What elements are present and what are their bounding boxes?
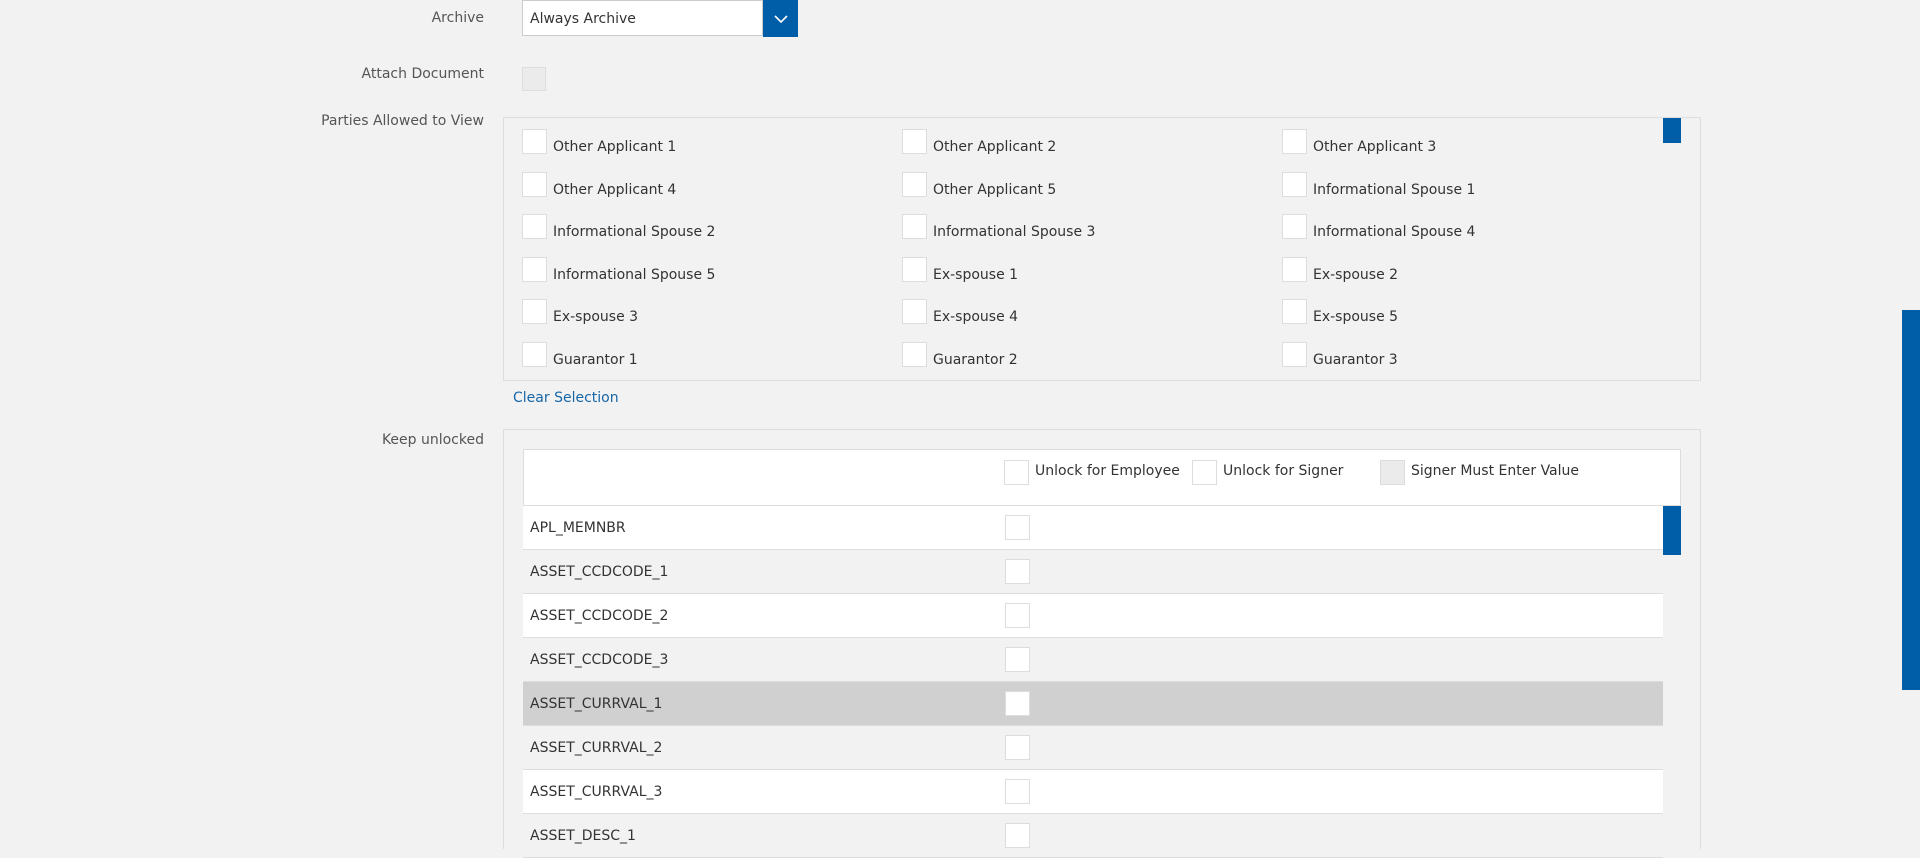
party-checkbox[interactable] bbox=[1282, 172, 1307, 197]
archive-dropdown-button[interactable] bbox=[763, 0, 798, 37]
party-label: Ex-spouse 3 bbox=[553, 309, 639, 325]
field-name: ASSET_CCDCODE_1 bbox=[530, 564, 669, 580]
table-row[interactable]: ASSET_CURRVAL_2 bbox=[523, 726, 1663, 770]
unlock-signer-label: Unlock for Signer bbox=[1223, 463, 1344, 479]
unlock-row-checkbox[interactable] bbox=[1005, 823, 1030, 848]
unlock-row-checkbox[interactable] bbox=[1005, 735, 1030, 760]
unlock-employee-label: Unlock for Employee bbox=[1035, 463, 1180, 479]
party-label: Informational Spouse 2 bbox=[553, 224, 716, 240]
parties-panel bbox=[503, 117, 1701, 381]
party-label: Informational Spouse 5 bbox=[553, 267, 716, 283]
party-label: Informational Spouse 1 bbox=[1313, 182, 1476, 198]
party-checkbox[interactable] bbox=[902, 129, 927, 154]
party-label: Informational Spouse 4 bbox=[1313, 224, 1476, 240]
chevron-down-icon bbox=[773, 14, 788, 23]
field-name: ASSET_CURRVAL_2 bbox=[530, 740, 663, 756]
keep-unlocked-label: Keep unlocked bbox=[381, 432, 484, 448]
unlock-list-scrollbar-thumb[interactable] bbox=[1663, 506, 1681, 555]
party-checkbox[interactable] bbox=[1282, 257, 1307, 282]
clear-selection-link[interactable]: Clear Selection bbox=[513, 390, 619, 406]
party-label: Ex-spouse 2 bbox=[1313, 267, 1399, 283]
party-checkbox[interactable] bbox=[522, 342, 547, 367]
unlock-row-checkbox[interactable] bbox=[1005, 515, 1030, 540]
unlock-employee-checkbox[interactable] bbox=[1004, 460, 1029, 485]
archive-select-value[interactable]: Always Archive bbox=[522, 0, 763, 36]
party-label: Guarantor 1 bbox=[553, 352, 638, 368]
party-checkbox[interactable] bbox=[902, 214, 927, 239]
party-label: Other Applicant 2 bbox=[933, 139, 1057, 155]
table-row[interactable]: ASSET_DESC_1 bbox=[523, 814, 1663, 858]
page-scrollbar-thumb[interactable] bbox=[1902, 310, 1920, 690]
party-label: Guarantor 2 bbox=[933, 352, 1018, 368]
party-label: Ex-spouse 1 bbox=[933, 267, 1019, 283]
parties-scrollbar-thumb[interactable] bbox=[1663, 118, 1681, 143]
archive-select[interactable]: Always Archive bbox=[522, 0, 798, 37]
party-checkbox[interactable] bbox=[1282, 299, 1307, 324]
table-row[interactable]: ASSET_CURRVAL_1 bbox=[523, 682, 1663, 726]
party-label: Other Applicant 1 bbox=[553, 139, 677, 155]
archive-label: Archive bbox=[431, 10, 484, 26]
party-label: Ex-spouse 4 bbox=[933, 309, 1019, 325]
party-checkbox[interactable] bbox=[522, 299, 547, 324]
party-label: Other Applicant 5 bbox=[933, 182, 1057, 198]
party-checkbox[interactable] bbox=[522, 172, 547, 197]
party-checkbox[interactable] bbox=[902, 299, 927, 324]
table-row[interactable]: ASSET_CURRVAL_3 bbox=[523, 770, 1663, 814]
unlock-signer-checkbox[interactable] bbox=[1192, 460, 1217, 485]
party-checkbox[interactable] bbox=[902, 257, 927, 282]
attach-document-checkbox[interactable] bbox=[522, 67, 546, 91]
party-checkbox[interactable] bbox=[522, 214, 547, 239]
unlock-row-checkbox[interactable] bbox=[1005, 779, 1030, 804]
party-checkbox[interactable] bbox=[902, 172, 927, 197]
attach-document-label: Attach Document bbox=[361, 66, 484, 82]
unlock-row-checkbox[interactable] bbox=[1005, 691, 1030, 716]
field-name: ASSET_CCDCODE_3 bbox=[530, 652, 669, 668]
party-label: Other Applicant 3 bbox=[1313, 139, 1437, 155]
field-name: ASSET_CURRVAL_1 bbox=[530, 696, 663, 712]
party-label: Informational Spouse 3 bbox=[933, 224, 1096, 240]
unlock-row-checkbox[interactable] bbox=[1005, 603, 1030, 628]
field-name: ASSET_DESC_1 bbox=[530, 828, 636, 844]
field-name: APL_MEMNBR bbox=[530, 520, 626, 536]
party-checkbox[interactable] bbox=[1282, 214, 1307, 239]
unlock-row-checkbox[interactable] bbox=[1005, 647, 1030, 672]
signer-must-enter-checkbox[interactable] bbox=[1380, 460, 1405, 485]
party-checkbox[interactable] bbox=[522, 257, 547, 282]
unlock-row-checkbox[interactable] bbox=[1005, 559, 1030, 584]
table-row[interactable]: ASSET_CCDCODE_2 bbox=[523, 594, 1663, 638]
table-row[interactable]: ASSET_CCDCODE_1 bbox=[523, 550, 1663, 594]
party-label: Ex-spouse 5 bbox=[1313, 309, 1399, 325]
field-name: ASSET_CCDCODE_2 bbox=[530, 608, 669, 624]
parties-label: Parties Allowed to View bbox=[321, 113, 484, 129]
party-label: Other Applicant 4 bbox=[553, 182, 677, 198]
table-row[interactable]: APL_MEMNBR bbox=[523, 506, 1663, 550]
unlock-field-list: APL_MEMNBR ASSET_CCDCODE_1 ASSET_CCDCODE_2… bbox=[523, 506, 1663, 858]
party-checkbox[interactable] bbox=[1282, 342, 1307, 367]
party-checkbox[interactable] bbox=[902, 342, 927, 367]
field-name: ASSET_CURRVAL_3 bbox=[530, 784, 663, 800]
party-checkbox[interactable] bbox=[522, 129, 547, 154]
party-label: Guarantor 3 bbox=[1313, 352, 1398, 368]
signer-must-enter-label: Signer Must Enter Value bbox=[1411, 463, 1580, 479]
table-row[interactable]: ASSET_CCDCODE_3 bbox=[523, 638, 1663, 682]
party-checkbox[interactable] bbox=[1282, 129, 1307, 154]
